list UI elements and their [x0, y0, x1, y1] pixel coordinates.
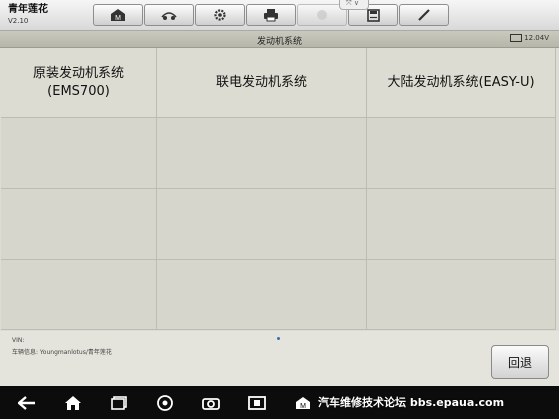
home-m-icon: M — [111, 9, 125, 22]
back-button[interactable]: 回退 — [491, 345, 549, 379]
pulldown-handle[interactable]: ⤧ ∨ — [339, 0, 369, 10]
print-icon — [264, 9, 278, 22]
menu-item-united-electronics[interactable]: 联电发动机系统 — [157, 48, 367, 118]
toolbar: M — [93, 4, 450, 26]
camera-icon — [202, 398, 220, 410]
edit-pen-icon — [418, 9, 430, 21]
svg-text:M: M — [300, 403, 306, 410]
settings-gear-icon — [214, 9, 226, 21]
empty-cell — [367, 189, 556, 260]
forum-watermark: 汽车维修技术论坛 bbs.epaua.com — [318, 396, 505, 409]
vehicle-info-panel: VIN: 车辆信息: Youngmanlotus/青年莲花 — [0, 331, 559, 386]
menu-item-continental-easy-u[interactable]: 大陆发动机系统(EASY-U) — [367, 48, 556, 118]
save-icon — [366, 8, 380, 22]
app-version: V2.10 — [8, 17, 29, 25]
empty-cell — [367, 260, 556, 330]
menu-item-label: 大陆发动机系统(EASY-U) — [387, 74, 535, 90]
battery-icon — [510, 34, 523, 42]
empty-cell — [1, 118, 157, 189]
chevron-down-icon: ⤧ ∨ — [346, 0, 359, 7]
page-title: 发动机系统 — [256, 37, 302, 47]
home-m-icon: M — [296, 397, 310, 410]
recent-apps-icon — [111, 396, 127, 410]
edit-button[interactable] — [399, 4, 449, 26]
vehicle-swap-icon — [161, 12, 177, 20]
system-menu-grid: 原装发动机系统(EMS700) 联电发动机系统 大陆发动机系统(EASY-U) — [1, 48, 556, 330]
screenshot-icon — [248, 396, 266, 410]
vehicle-swap-button[interactable] — [144, 4, 194, 26]
diagnostic-screen: 青年莲花 V2.10 M ⤧ ∨ 发动机系统 12.04V 原装发动机系统(EM… — [0, 0, 559, 419]
nav-browser-button[interactable] — [154, 392, 176, 414]
vin-label: VIN: — [12, 337, 25, 344]
nav-recent-button[interactable] — [108, 392, 130, 414]
page-indicator-dot — [277, 337, 280, 340]
battery-voltage: 12.04V — [524, 34, 549, 42]
nav-back-button[interactable] — [16, 392, 38, 414]
menu-item-label: 原装发动机系统(EMS700) — [32, 65, 124, 99]
empty-cell — [157, 118, 367, 189]
vehicle-info: 车辆信息: Youngmanlotus/青年莲花 — [12, 349, 112, 356]
home-button[interactable]: M — [93, 4, 143, 26]
help-circle-icon — [317, 10, 327, 20]
settings-button[interactable] — [195, 4, 245, 26]
empty-cell — [1, 189, 157, 260]
nav-camera-button[interactable] — [200, 392, 222, 414]
back-arrow-icon — [18, 396, 35, 410]
svg-text:M: M — [115, 15, 121, 22]
home-icon — [65, 396, 81, 410]
empty-cell — [367, 118, 556, 189]
empty-cell — [1, 260, 157, 330]
nav-screenshot-button[interactable] — [246, 392, 268, 414]
menu-item-label: 联电发动机系统 — [215, 74, 307, 90]
empty-cell — [157, 260, 367, 330]
menu-item-ems700[interactable]: 原装发动机系统(EMS700) — [1, 48, 157, 118]
battery-status: 12.04V — [510, 34, 549, 42]
top-bar: 青年莲花 V2.10 M ⤧ ∨ — [0, 0, 559, 31]
app-title: 青年莲花 — [8, 4, 48, 15]
subtitle-bar: 发动机系统 12.04V — [0, 31, 559, 48]
browser-icon — [157, 395, 173, 411]
empty-cell — [157, 189, 367, 260]
print-button[interactable] — [246, 4, 296, 26]
nav-diag-home-button[interactable]: M — [292, 392, 314, 414]
nav-home-button[interactable] — [62, 392, 84, 414]
